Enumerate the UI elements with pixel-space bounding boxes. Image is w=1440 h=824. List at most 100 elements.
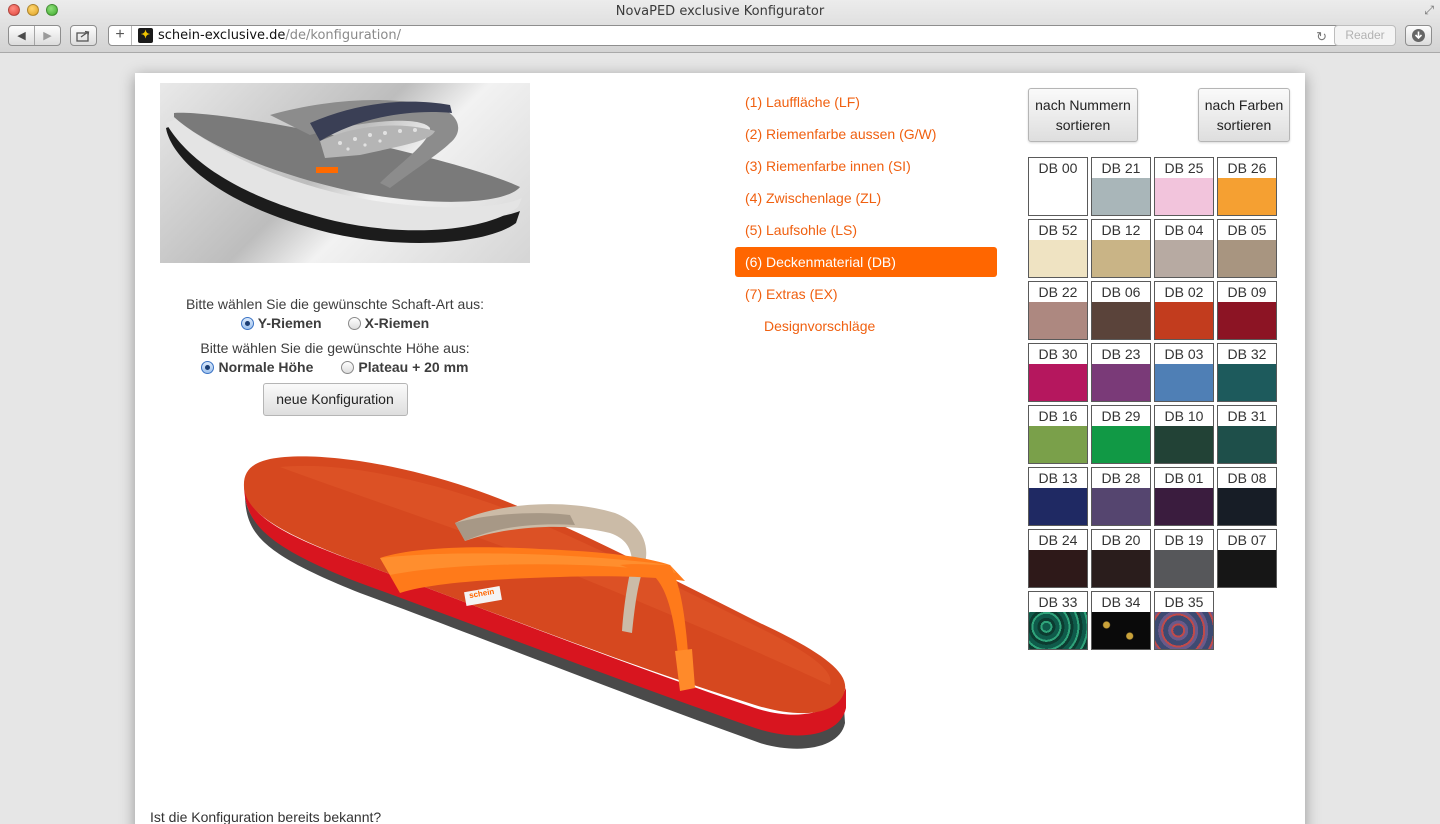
fullscreen-icon[interactable]: ⤢ — [1424, 3, 1434, 18]
share-button[interactable] — [70, 25, 97, 46]
swatch-code: DB 16 — [1029, 406, 1087, 426]
menu-item-riemenfarbe-innen[interactable]: (3) Riemenfarbe innen (SI) — [735, 151, 997, 181]
swatch-code: DB 29 — [1092, 406, 1150, 426]
color-swatch[interactable]: DB 29 — [1091, 405, 1151, 464]
color-swatch[interactable]: DB 05 — [1217, 219, 1277, 278]
swatch-code: DB 23 — [1092, 344, 1150, 364]
color-swatch[interactable]: DB 31 — [1217, 405, 1277, 464]
normal-height-radio[interactable] — [201, 360, 215, 374]
color-swatch[interactable]: DB 21 — [1091, 157, 1151, 216]
swatch-code: DB 33 — [1029, 592, 1087, 612]
reader-button[interactable]: Reader — [1334, 25, 1396, 46]
menu-item-lauffläche[interactable]: (1) Lauffläche (LF) — [735, 87, 997, 117]
color-swatch[interactable]: DB 34 — [1091, 591, 1151, 650]
swatch-color — [1155, 550, 1213, 587]
swatch-code: DB 28 — [1092, 468, 1150, 488]
swatch-color — [1155, 426, 1213, 463]
swatch-color — [1029, 488, 1087, 525]
swatch-color — [1155, 240, 1213, 277]
y-riemen-radio[interactable] — [240, 316, 254, 330]
color-swatch[interactable]: DB 09 — [1217, 281, 1277, 340]
height-prompt: Bitte wählen Sie die gewünschte Höhe aus… — [200, 340, 470, 356]
configuration-form: Bitte wählen Sie die gewünschte Schaft-A… — [135, 295, 535, 416]
height-option-normal[interactable]: Normale Höhe — [201, 359, 313, 375]
new-configuration-button[interactable]: neue Konfiguration — [262, 383, 408, 416]
color-swatch[interactable]: DB 19 — [1154, 529, 1214, 588]
product-photo — [160, 83, 530, 263]
known-configuration-prompt: Ist die Konfiguration bereits bekannt? — [150, 809, 382, 824]
swatch-code: DB 10 — [1155, 406, 1213, 426]
swatch-color — [1029, 178, 1087, 215]
menu-item-zwischenlage[interactable]: (4) Zwischenlage (ZL) — [735, 183, 997, 213]
downloads-button[interactable] — [1405, 25, 1432, 46]
color-swatch[interactable]: DB 06 — [1091, 281, 1151, 340]
color-swatch-grid: DB 00 DB 21 DB 25 DB 26 DB 52 DB 12 DB 04 DB 05… — [1028, 157, 1278, 650]
swatch-code: DB 20 — [1092, 530, 1150, 550]
sort-by-number-label: nach Nummern sortieren — [1035, 97, 1131, 133]
swatch-color — [1218, 240, 1276, 277]
menu-item-laufsohle[interactable]: (5) Laufsohle (LS) — [735, 215, 997, 245]
height-option-plateau[interactable]: Plateau + 20 mm — [341, 359, 469, 375]
url-domain: schein-exclusive.de — [158, 28, 286, 43]
add-bookmark-icon[interactable]: + — [109, 26, 132, 45]
color-swatch[interactable]: DB 28 — [1091, 467, 1151, 526]
swatch-color — [1029, 302, 1087, 339]
plateau-radio[interactable] — [341, 360, 355, 374]
color-swatch[interactable]: DB 04 — [1154, 219, 1214, 278]
color-swatch[interactable]: DB 03 — [1154, 343, 1214, 402]
height-options: Normale Höhe Plateau + 20 mm — [135, 357, 535, 377]
color-swatch[interactable]: DB 12 — [1091, 219, 1151, 278]
swatch-color — [1155, 488, 1213, 525]
menu-item-riemenfarbe-aussen[interactable]: (2) Riemenfarbe aussen (G/W) — [735, 119, 997, 149]
swatch-code: DB 05 — [1218, 220, 1276, 240]
color-swatch[interactable]: DB 01 — [1154, 467, 1214, 526]
address-bar[interactable]: + ✦ schein-exclusive.de/de/konfiguration… — [108, 25, 1364, 46]
color-swatch[interactable]: DB 30 — [1028, 343, 1088, 402]
color-swatch[interactable]: DB 26 — [1217, 157, 1277, 216]
swatch-color — [1029, 612, 1087, 649]
swatch-code: DB 07 — [1218, 530, 1276, 550]
color-swatch[interactable]: DB 08 — [1217, 467, 1277, 526]
back-icon[interactable]: ◀ — [9, 29, 34, 42]
menu-item-designvorschlaege[interactable]: Designvorschläge — [735, 311, 997, 341]
color-swatch[interactable]: DB 23 — [1091, 343, 1151, 402]
sort-by-color-button[interactable]: nach Farben sortieren — [1198, 88, 1290, 142]
swatch-code: DB 09 — [1218, 282, 1276, 302]
color-swatch[interactable]: DB 25 — [1154, 157, 1214, 216]
color-swatch[interactable]: DB 00 — [1028, 157, 1088, 216]
y-riemen-label: Y-Riemen — [257, 315, 322, 331]
share-icon — [76, 30, 90, 42]
shaft-option-y-riemen[interactable]: Y-Riemen — [240, 315, 322, 331]
swatch-code: DB 35 — [1155, 592, 1213, 612]
sort-by-color-label: nach Farben sortieren — [1204, 97, 1284, 133]
swatch-code: DB 08 — [1218, 468, 1276, 488]
swatch-code: DB 02 — [1155, 282, 1213, 302]
color-swatch[interactable]: DB 13 — [1028, 467, 1088, 526]
swatch-code: DB 01 — [1155, 468, 1213, 488]
color-swatch[interactable]: DB 32 — [1217, 343, 1277, 402]
swatch-color — [1155, 302, 1213, 339]
color-swatch[interactable]: DB 16 — [1028, 405, 1088, 464]
swatch-color — [1218, 178, 1276, 215]
color-swatch[interactable]: DB 02 — [1154, 281, 1214, 340]
color-swatch[interactable]: DB 35 — [1154, 591, 1214, 650]
swatch-color — [1092, 550, 1150, 587]
swatch-code: DB 34 — [1092, 592, 1150, 612]
swatch-code: DB 31 — [1218, 406, 1276, 426]
color-swatch[interactable]: DB 10 — [1154, 405, 1214, 464]
forward-icon[interactable]: ▶ — [35, 29, 60, 42]
color-swatch[interactable]: DB 33 — [1028, 591, 1088, 650]
reload-icon[interactable]: ↻ — [1316, 29, 1327, 45]
color-swatch[interactable]: DB 24 — [1028, 529, 1088, 588]
back-forward-buttons: ◀ ▶ — [8, 25, 61, 46]
color-swatch[interactable]: DB 22 — [1028, 281, 1088, 340]
menu-item-extras[interactable]: (7) Extras (EX) — [735, 279, 997, 309]
sort-by-number-button[interactable]: nach Nummern sortieren — [1028, 88, 1138, 142]
shaft-option-x-riemen[interactable]: X-Riemen — [347, 315, 429, 331]
color-swatch[interactable]: DB 52 — [1028, 219, 1088, 278]
swatch-code: DB 26 — [1218, 158, 1276, 178]
x-riemen-radio[interactable] — [347, 316, 361, 330]
menu-item-deckenmaterial[interactable]: (6) Deckenmaterial (DB) — [735, 247, 997, 277]
color-swatch[interactable]: DB 07 — [1217, 529, 1277, 588]
color-swatch[interactable]: DB 20 — [1091, 529, 1151, 588]
